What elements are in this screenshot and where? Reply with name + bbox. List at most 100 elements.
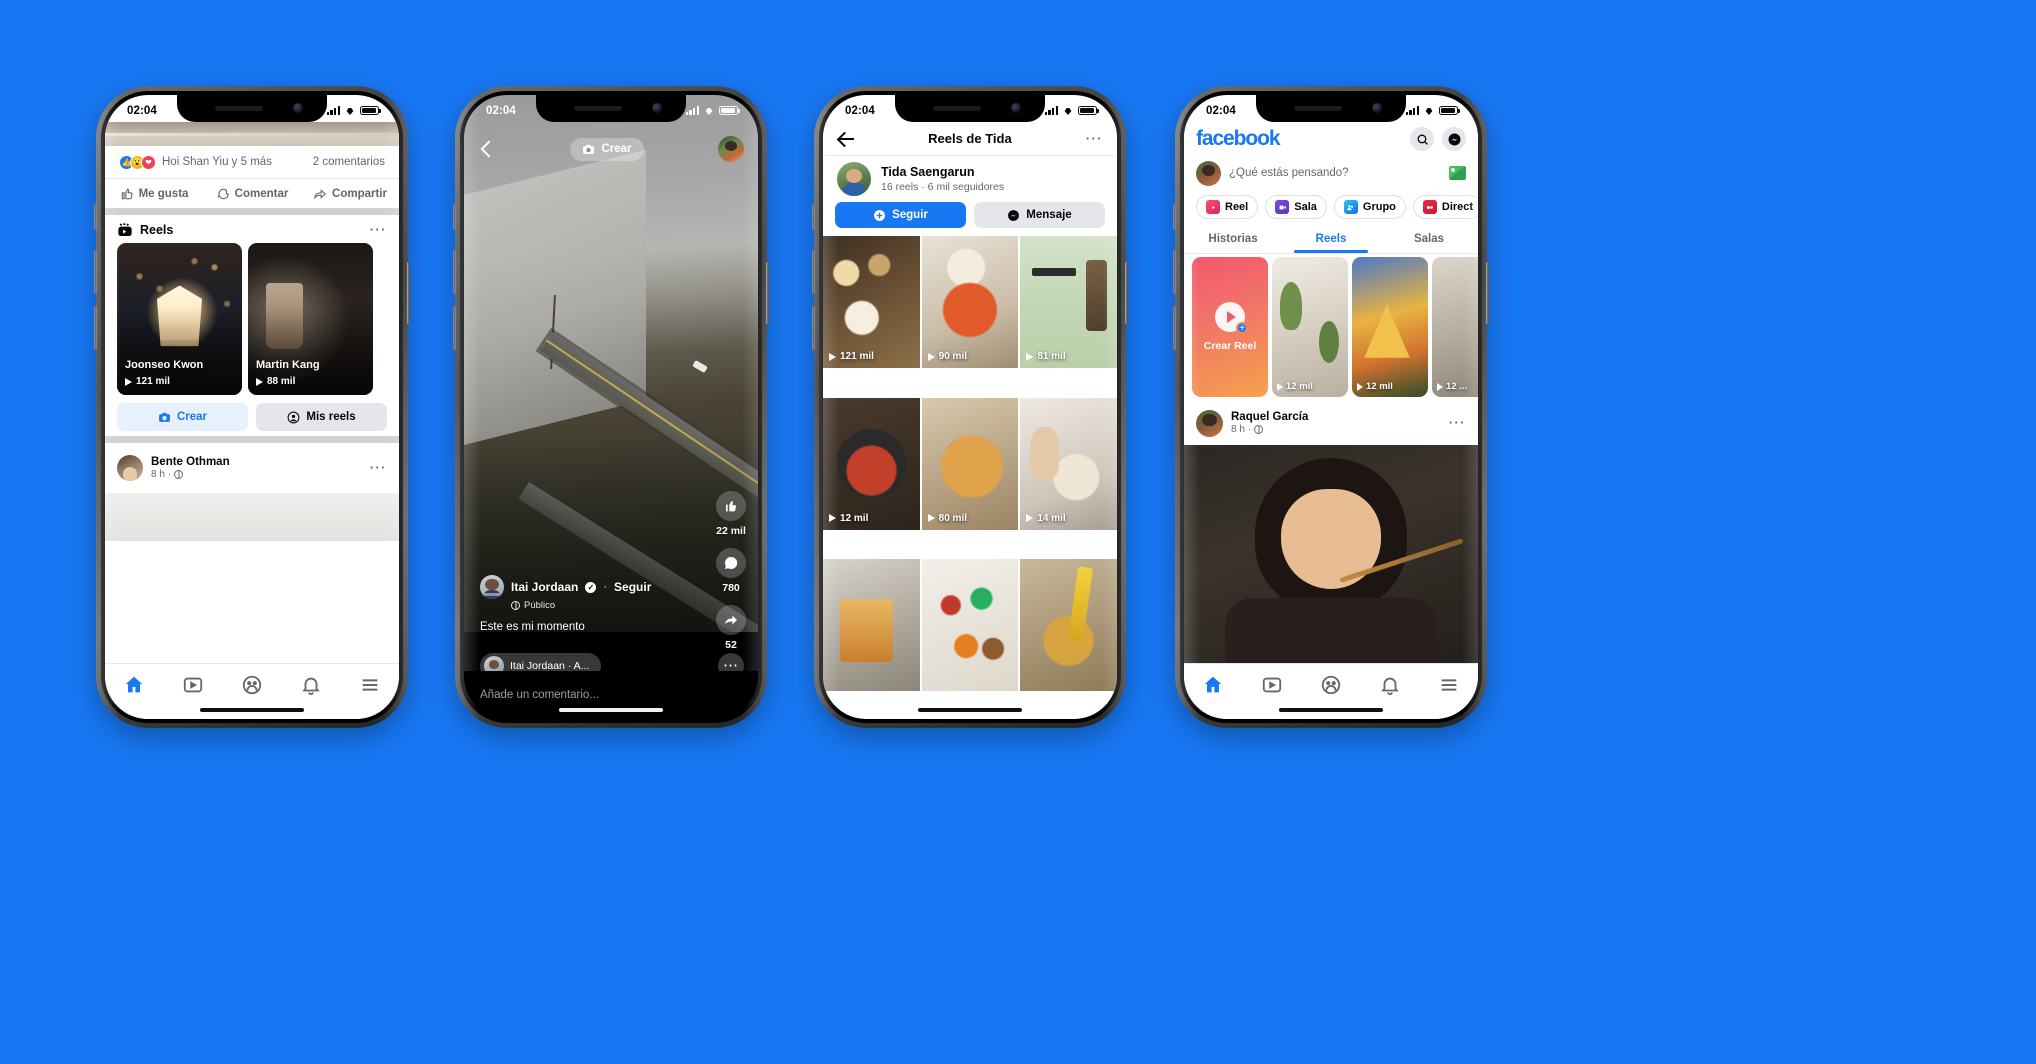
home-indicator[interactable] <box>559 707 663 712</box>
follow-button[interactable]: Seguir <box>614 580 651 594</box>
reel-card[interactable]: Joonseo Kwon 121 mil <box>117 243 242 395</box>
mute-switch[interactable] <box>812 204 815 230</box>
messenger-button[interactable] <box>1442 127 1466 151</box>
search-button[interactable] <box>1410 127 1434 151</box>
post-author-name[interactable]: Raquel García <box>1231 411 1308 423</box>
grid-reel-cell[interactable]: 12 mil <box>823 397 920 530</box>
tab-salas-label: Salas <box>1413 232 1445 245</box>
tab-salas[interactable]: Salas <box>1380 224 1478 253</box>
back-chevron-icon[interactable] <box>478 140 496 158</box>
nav-notifications[interactable] <box>1360 674 1419 696</box>
mute-switch[interactable] <box>453 204 456 230</box>
nav-notifications[interactable] <box>281 674 340 696</box>
grid-reel-cell[interactable]: 121 mil <box>823 236 920 368</box>
nav-home[interactable] <box>1184 674 1243 696</box>
volume-down-button[interactable] <box>453 306 456 350</box>
nav-video[interactable] <box>164 674 223 696</box>
comment-button[interactable] <box>716 548 746 578</box>
my-reels-button[interactable]: Mis reels <box>256 403 387 431</box>
phone-4-screen: facebook ¿Qué estás pensando? Reel Sala … <box>1184 95 1478 719</box>
avatar[interactable] <box>480 575 504 599</box>
nav-groups[interactable] <box>1302 674 1361 696</box>
reels-more-icon[interactable]: ⋯ <box>369 221 387 238</box>
nav-home[interactable] <box>105 674 164 696</box>
groups-icon <box>242 675 262 695</box>
home-indicator[interactable] <box>918 707 1022 712</box>
avatar[interactable] <box>1196 160 1221 186</box>
grid-reel-cell[interactable] <box>921 559 1019 692</box>
tab-reels[interactable]: Reels <box>1282 224 1380 253</box>
phone-2-screen: Crear 22 mil 780 52 Itai Jordaan ✓ · Seg… <box>464 95 758 719</box>
power-button[interactable] <box>1486 262 1489 324</box>
comment-count[interactable]: 2 comentarios <box>313 156 385 168</box>
volume-up-button[interactable] <box>812 250 815 294</box>
facebook-wordmark[interactable]: facebook <box>1196 127 1281 151</box>
create-reel-button[interactable]: Crear <box>117 403 248 431</box>
share-button[interactable]: Compartir <box>301 187 399 201</box>
reel-card[interactable]: Martin Kang 88 mil <box>248 243 373 395</box>
avatar[interactable] <box>117 455 143 481</box>
grid-reel-cell[interactable] <box>1020 559 1117 692</box>
post-more-icon[interactable]: ⋯ <box>1448 414 1466 431</box>
feed-post-image[interactable] <box>1184 445 1478 663</box>
grid-reel-cell[interactable]: 14 mil <box>1020 397 1117 530</box>
comment-button[interactable]: Comentar <box>203 187 301 201</box>
avatar[interactable] <box>1196 409 1223 437</box>
chip-sala[interactable]: Sala <box>1265 195 1327 219</box>
play-icon <box>927 352 935 361</box>
nav-video[interactable] <box>1243 674 1302 696</box>
globe-icon <box>174 470 184 479</box>
grid-reel-cell[interactable] <box>823 559 920 692</box>
power-button[interactable] <box>1125 262 1128 324</box>
nav-menu[interactable] <box>340 674 399 696</box>
volume-down-button[interactable] <box>94 306 97 350</box>
header-more-icon[interactable]: ⋯ <box>1085 130 1103 147</box>
volume-up-button[interactable] <box>1173 250 1176 294</box>
home-indicator[interactable] <box>1279 707 1383 712</box>
power-button[interactable] <box>766 262 769 324</box>
post-more-icon[interactable]: ⋯ <box>369 459 387 476</box>
photo-icon[interactable] <box>1449 166 1466 180</box>
reel-username[interactable]: Itai Jordaan <box>511 580 578 594</box>
share-button[interactable] <box>716 605 746 635</box>
camera-icon <box>159 412 170 422</box>
post-author-name[interactable]: Bente Othman <box>151 456 230 468</box>
mute-switch[interactable] <box>94 204 97 230</box>
reels-carousel[interactable]: + Crear Reel 12 mil 12 mil 12 ... <box>1184 257 1478 397</box>
create-reel-tile[interactable]: + Crear Reel <box>1192 257 1268 397</box>
volume-down-button[interactable] <box>1173 306 1176 350</box>
room-glyph <box>1279 205 1286 209</box>
chip-direct[interactable]: Direct <box>1412 195 1478 219</box>
mute-switch[interactable] <box>1173 204 1176 230</box>
reaction-text[interactable]: Hoi Shan Yiu y 5 más <box>162 156 272 168</box>
chip-grupo[interactable]: Grupo <box>1333 195 1406 219</box>
grid-reel-cell[interactable]: 80 mil <box>921 397 1019 530</box>
volume-down-button[interactable] <box>812 306 815 350</box>
reel-tile[interactable]: 12 mil <box>1352 257 1428 397</box>
profile-avatar[interactable] <box>718 136 744 162</box>
power-button[interactable] <box>407 262 410 324</box>
grid-reel-cell[interactable]: 81 mil <box>1020 236 1117 368</box>
like-button[interactable] <box>716 491 746 521</box>
nav-menu[interactable] <box>1419 674 1478 696</box>
chip-reel[interactable]: Reel <box>1196 195 1259 219</box>
nav-groups[interactable] <box>223 674 282 696</box>
reel-tile[interactable]: 12 ... <box>1432 257 1478 397</box>
create-button[interactable]: Crear <box>570 137 644 161</box>
like-button[interactable]: Me gusta <box>105 187 203 201</box>
reel-privacy-text: Público <box>524 600 556 611</box>
grid-reel-cell[interactable]: 90 mil <box>921 236 1019 368</box>
back-arrow-icon[interactable] <box>837 130 855 148</box>
avatar[interactable] <box>837 162 871 196</box>
globe-icon <box>511 601 520 610</box>
home-indicator[interactable] <box>200 707 304 712</box>
volume-up-button[interactable] <box>453 250 456 294</box>
status-composer[interactable]: ¿Qué estás pensando? <box>1184 156 1478 190</box>
message-button[interactable]: Mensaje <box>974 202 1105 228</box>
profile-stats: 16 reels · 6 mil seguidores <box>881 181 1005 193</box>
follow-button[interactable]: Seguir <box>835 202 966 228</box>
reels-carousel[interactable]: Joonseo Kwon 121 mil Martin Kang 88 mil <box>117 243 399 395</box>
volume-up-button[interactable] <box>94 250 97 294</box>
tab-historias[interactable]: Historias <box>1184 224 1282 253</box>
reel-tile[interactable]: 12 mil <box>1272 257 1348 397</box>
